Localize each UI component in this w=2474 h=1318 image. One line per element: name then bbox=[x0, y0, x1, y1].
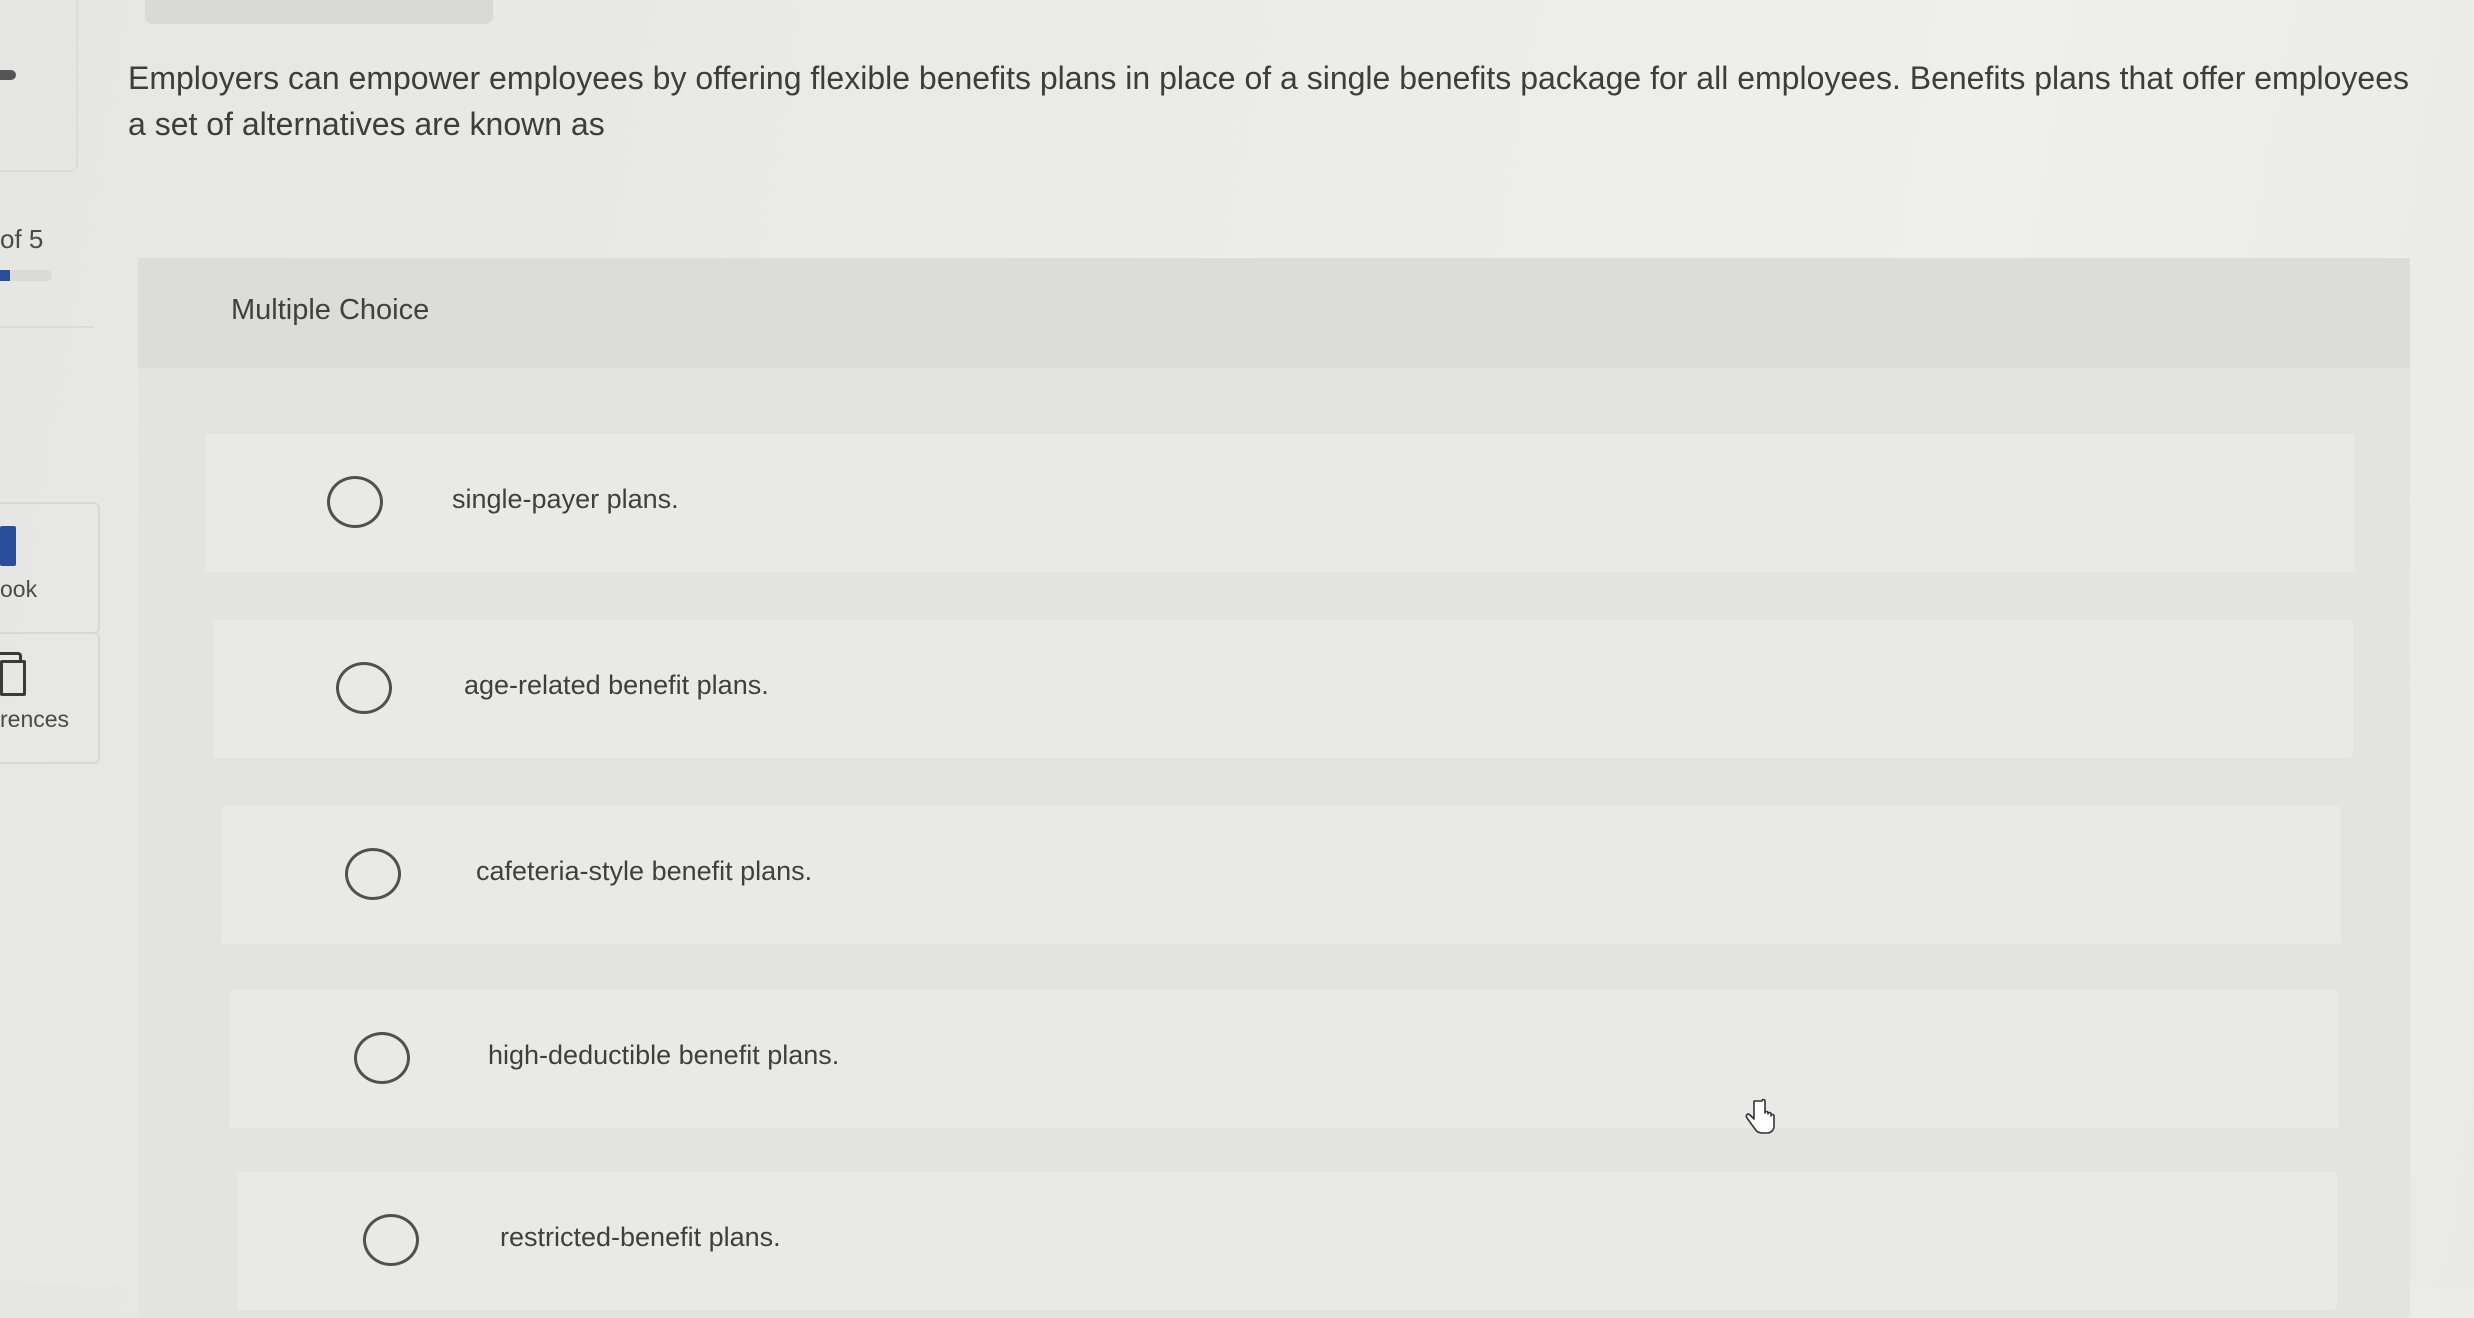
references-label: rences bbox=[0, 706, 70, 732]
question-progress-bar bbox=[0, 270, 52, 281]
sidebar-divider bbox=[0, 326, 94, 328]
references-button[interactable]: rences bbox=[0, 632, 100, 764]
radio-button-3[interactable] bbox=[345, 848, 401, 900]
references-icon bbox=[0, 660, 26, 696]
question-text: Employers can empower employees by offer… bbox=[128, 60, 2409, 142]
question-progress-text: of 5 bbox=[0, 224, 44, 254]
radio-button-1[interactable] bbox=[327, 476, 383, 528]
choice-option-5[interactable]: restricted-benefit plans. bbox=[237, 1172, 2337, 1310]
choice-text-2: age-related benefit plans. bbox=[464, 670, 769, 700]
sidebar-top-panel bbox=[0, 0, 78, 172]
book-icon bbox=[0, 526, 16, 566]
question-progress-fill bbox=[0, 270, 11, 281]
required-information-tab[interactable] bbox=[145, 0, 493, 24]
ebook-label: ook bbox=[0, 576, 38, 602]
choice-text-4: high-deductible benefit plans. bbox=[488, 1040, 840, 1070]
bullet-icon bbox=[0, 70, 16, 80]
multiple-choice-panel: Multiple Choice single-payer plans. age-… bbox=[138, 258, 2410, 1318]
choice-text-5: restricted-benefit plans. bbox=[500, 1222, 781, 1252]
radio-button-4[interactable] bbox=[354, 1032, 410, 1084]
radio-button-5[interactable] bbox=[363, 1214, 419, 1266]
choice-option-2[interactable]: age-related benefit plans. bbox=[213, 620, 2353, 758]
choice-text-3: cafeteria-style benefit plans. bbox=[476, 856, 813, 886]
ebook-button[interactable]: ook bbox=[0, 502, 100, 634]
radio-button-2[interactable] bbox=[336, 662, 392, 714]
choice-option-1[interactable]: single-payer plans. bbox=[205, 434, 2355, 572]
hand-pointer-icon bbox=[1745, 1098, 1775, 1134]
multiple-choice-label: Multiple Choice bbox=[231, 294, 430, 326]
choice-text-1: single-payer plans. bbox=[452, 484, 679, 514]
choice-option-4[interactable]: high-deductible benefit plans. bbox=[229, 990, 2339, 1128]
multiple-choice-header: Multiple Choice bbox=[138, 258, 2410, 368]
choice-option-3[interactable]: cafeteria-style benefit plans. bbox=[221, 806, 2341, 944]
